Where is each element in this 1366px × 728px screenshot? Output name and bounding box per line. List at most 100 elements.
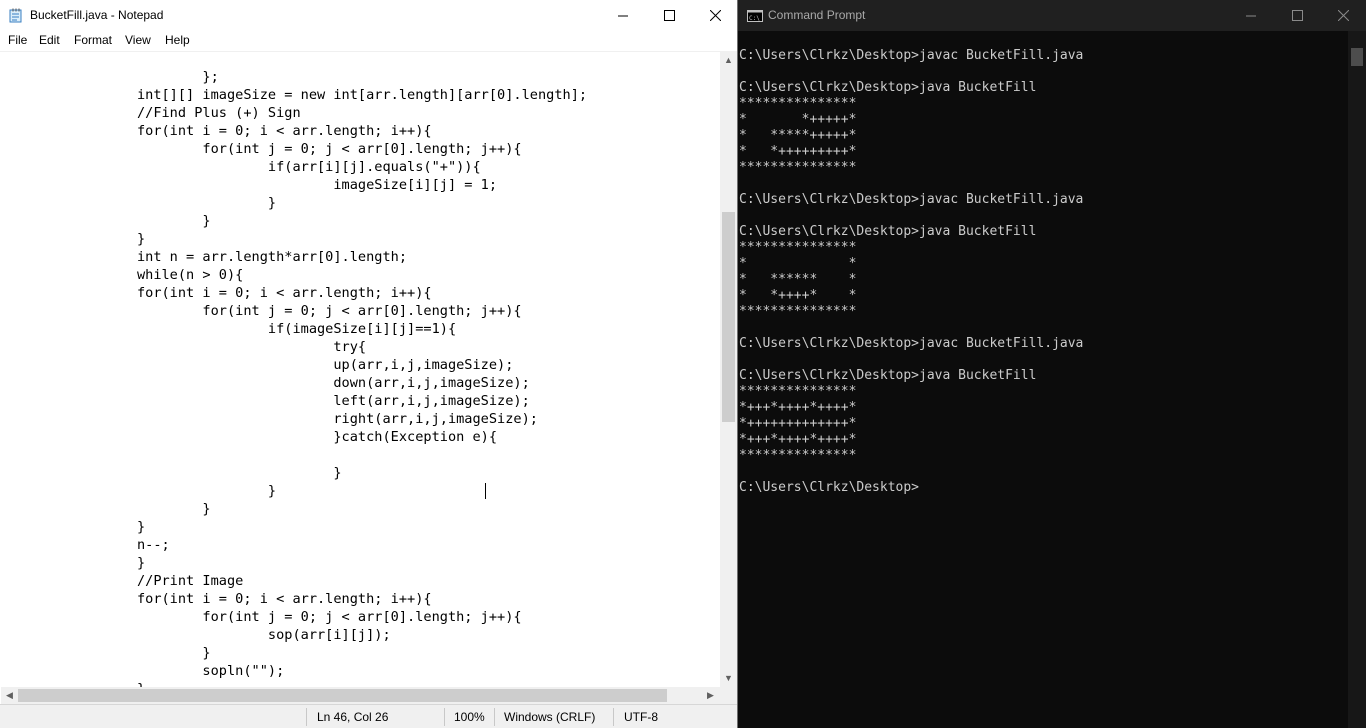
console-line: *************** [739,448,857,463]
console-line: *+++++++++++++* [739,416,857,431]
console-line: *************** [739,304,857,319]
console-line: *+++*++++*++++* [739,400,857,415]
notepad-app-icon [9,8,23,23]
code-line: }; [6,69,219,85]
code-line: for(int j = 0; j < arr[0].length; j++){ [6,609,522,625]
svg-text:C:\: C:\ [749,15,760,22]
status-separator [306,708,307,726]
menu-view[interactable]: View [125,33,151,47]
code-line: sopln(""); [6,663,285,679]
menu-bar: File Edit Format View Help [0,31,737,51]
console-line: * *++++* * [739,288,857,303]
console-line: * *+++++* [739,112,857,127]
console-line: C:\Users\Clrkz\Desktop>javac BucketFill.… [739,48,1084,63]
code-line: for(int i = 0; i < arr.length; i++){ [6,285,432,301]
notepad-titlebar[interactable]: BucketFill.java - Notepad [0,0,737,31]
scroll-right-icon[interactable]: ▶ [707,691,714,700]
status-bar: Ln 46, Col 26 100% Windows (CRLF) UTF-8 [0,704,737,728]
console-line: * *+++++++++* [739,144,857,159]
code-line: } [6,483,277,499]
code-line: sop(arr[i][j]); [6,627,391,643]
maximize-button[interactable] [646,0,692,31]
scrollbar-corner [720,687,737,704]
console-line: C:\Users\Clrkz\Desktop>javac BucketFill.… [739,336,1084,351]
menu-file[interactable]: File [8,33,27,47]
console-line: *************** [739,96,857,111]
status-line-endings: Windows (CRLF) [504,710,596,724]
menu-edit[interactable]: Edit [39,33,60,47]
horizontal-scroll-thumb[interactable] [18,689,667,702]
scroll-down-icon[interactable]: ▼ [724,674,733,683]
status-separator [494,708,495,726]
vertical-scrollbar[interactable]: ▲ ▼ [720,52,737,687]
menu-format[interactable]: Format [74,33,112,47]
status-separator [613,708,614,726]
code-line: for(int j = 0; j < arr[0].length; j++){ [6,141,522,157]
code-line: int[][] imageSize = new int[arr.length][… [6,87,588,103]
code-line: } [6,195,277,211]
command-prompt-window: C:\ Command Prompt C:\Users\Clrkz\Deskto… [738,0,1366,728]
code-line: n--; [6,537,170,553]
code-line: } [6,501,211,517]
code-content: }; int[][] imageSize = new int[arr.lengt… [6,68,587,687]
cmd-scroll-thumb[interactable] [1351,48,1363,66]
code-line: down(arr,i,j,imageSize); [6,375,530,391]
status-zoom: 100% [454,710,485,724]
close-icon [709,10,721,21]
code-line: //Find Plus (+) Sign [6,105,301,121]
code-line: } [6,213,211,229]
scroll-left-icon[interactable]: ◀ [6,691,13,700]
text-caret [485,483,486,499]
code-line: for(int i = 0; i < arr.length; i++){ [6,591,432,607]
text-editor[interactable]: }; int[][] imageSize = new int[arr.lengt… [1,52,720,687]
cmd-minimize-button[interactable] [1228,0,1274,31]
code-line: } [6,231,146,247]
cmd-close-button[interactable] [1320,0,1366,31]
console-line: * * [739,256,857,271]
console-line: *+++*++++*++++* [739,432,857,447]
code-line: } [6,645,211,661]
code-line: right(arr,i,j,imageSize); [6,411,538,427]
console-line: C:\Users\Clrkz\Desktop>javac BucketFill.… [739,192,1084,207]
minimize-button[interactable] [600,0,646,31]
horizontal-scrollbar[interactable]: ◀ ▶ [1,687,720,704]
console-line: *************** [739,160,857,175]
vertical-scroll-thumb[interactable] [722,212,735,422]
code-line: } [6,555,146,571]
status-cursor-position: Ln 46, Col 26 [317,710,389,724]
scroll-up-icon[interactable]: ▲ [724,56,733,65]
cmd-titlebar[interactable]: C:\ Command Prompt [738,0,1366,31]
code-line: }catch(Exception e){ [6,429,498,445]
code-line: left(arr,i,j,imageSize); [6,393,530,409]
code-line: for(int i = 0; i < arr.length; i++){ [6,123,432,139]
status-encoding: UTF-8 [624,710,658,724]
close-icon [1337,10,1349,21]
console-line: *************** [739,384,857,399]
code-line: if(imageSize[i][j]==1){ [6,321,457,337]
console-output: C:\Users\Clrkz\Desktop>javac BucketFill.… [739,48,1083,496]
minimize-icon [618,15,628,16]
cmd-app-icon: C:\ [747,9,763,22]
maximize-icon [663,10,675,21]
notepad-window: BucketFill.java - Notepad File Edit Form… [0,0,738,728]
console-line: C:\Users\Clrkz\Desktop>java BucketFill [739,80,1037,95]
console-line: C:\Users\Clrkz\Desktop> [739,480,920,495]
status-separator [444,708,445,726]
code-line: //Print Image [6,573,244,589]
cmd-maximize-button[interactable] [1274,0,1320,31]
code-line: imageSize[i][j] = 1; [6,177,498,193]
console-line: * ****** * [739,272,857,287]
console-line: * *****+++++* [739,128,857,143]
minimize-icon [1246,15,1256,16]
console-line: *************** [739,240,857,255]
close-button[interactable] [692,0,737,31]
menu-help[interactable]: Help [165,33,190,47]
code-line: if(arr[i][j].equals("+")){ [6,159,481,175]
cmd-vertical-scrollbar[interactable] [1348,31,1366,728]
code-line: up(arr,i,j,imageSize); [6,357,514,373]
console-line: C:\Users\Clrkz\Desktop>java BucketFill [739,368,1037,383]
code-line: try{ [6,339,367,355]
console-area[interactable]: C:\Users\Clrkz\Desktop>javac BucketFill.… [738,31,1348,728]
code-line: } [6,519,146,535]
console-line: C:\Users\Clrkz\Desktop>java BucketFill [739,224,1037,239]
